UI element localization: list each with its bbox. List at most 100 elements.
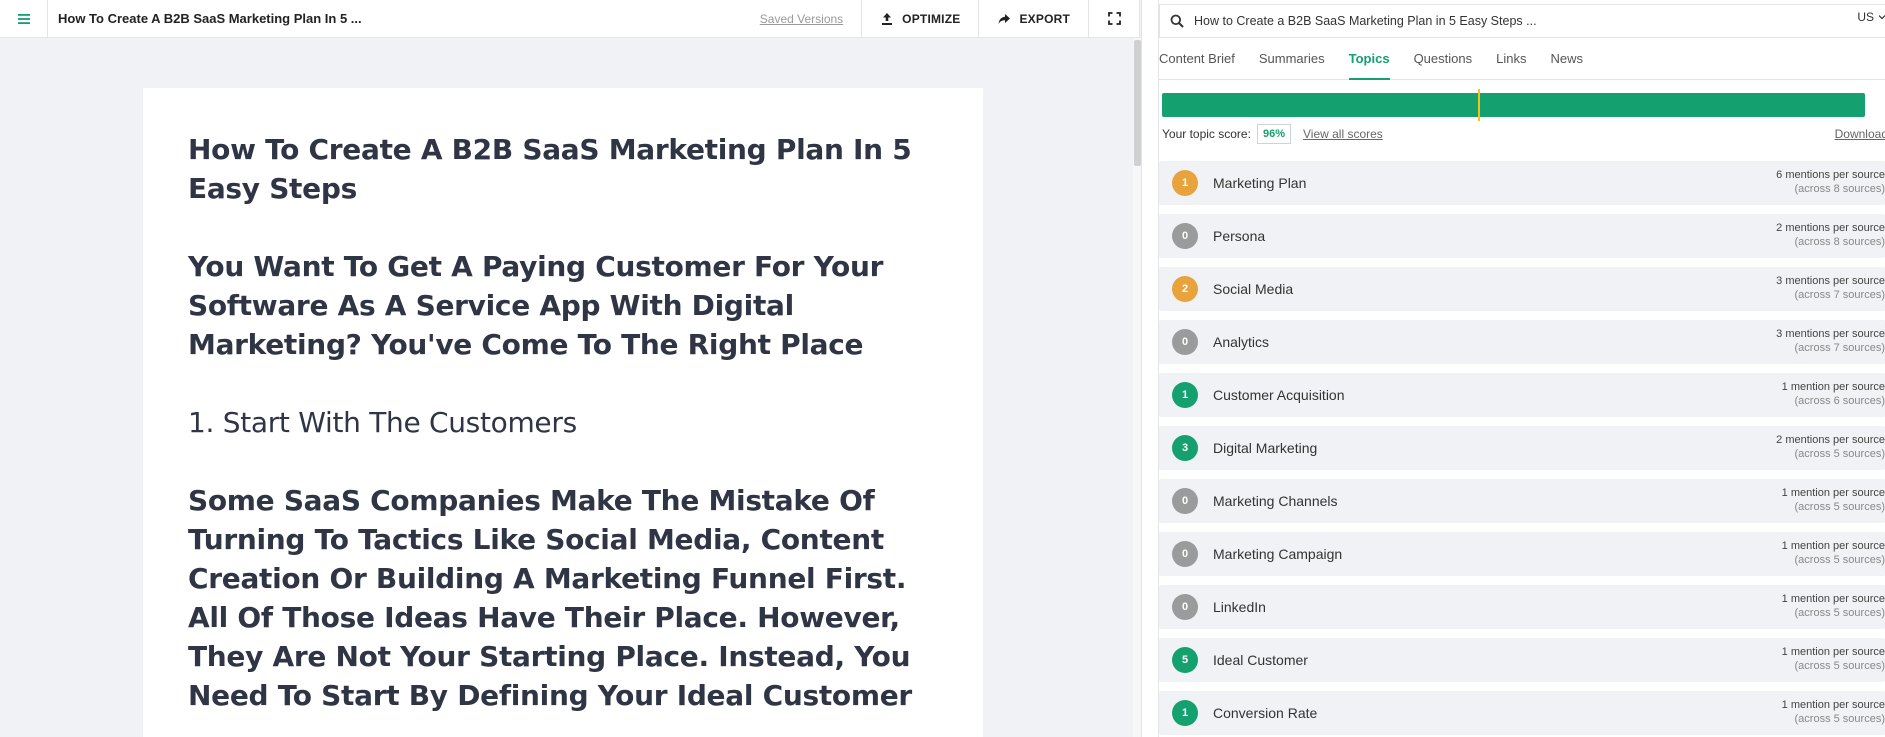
research-sidebar: How to Create a B2B SaaS Marketing Plan … (1159, 0, 1885, 737)
topic-mentions: 2 mentions per source (across 5 sources) (1776, 433, 1885, 461)
search-icon (1170, 14, 1184, 28)
topic-name: Marketing Channels (1213, 493, 1338, 509)
topic-source-count: (across 8 sources) (1794, 183, 1885, 195)
doc-heading-paragraph[interactable]: Some SaaS Companies Make The Mistake Of … (188, 481, 937, 715)
editor-scrollbar-thumb[interactable] (1134, 40, 1141, 166)
doc-heading-step-1[interactable]: 1. Start With The Customers (188, 403, 937, 442)
search-query: How to Create a B2B SaaS Marketing Plan … (1194, 14, 1537, 28)
document-title[interactable]: How To Create A B2B SaaS Marketing Plan … (48, 0, 708, 37)
topic-count-badge: 0 (1172, 329, 1198, 355)
topic-source-count: (across 5 sources) (1794, 713, 1885, 725)
topic-mentions: 1 mention per source (across 5 sources) (1782, 539, 1885, 567)
menu-button[interactable] (0, 0, 48, 37)
topic-item[interactable]: 0 Marketing Channels 1 mention per source (… (1159, 479, 1885, 523)
topic-item[interactable]: 5 Ideal Customer 1 mention per source (acro… (1159, 638, 1885, 682)
topic-count-badge: 0 (1172, 488, 1198, 514)
country-value: US (1857, 10, 1874, 24)
topic-mentions: 2 mentions per source (across 8 sources) (1776, 221, 1885, 249)
topic-name: Social Media (1213, 281, 1294, 297)
topic-mentions: 1 mention per source (across 6 sources) (1782, 380, 1885, 408)
topic-source-count: (across 5 sources) (1794, 607, 1885, 619)
topic-mentions: 1 mention per source (across 5 sources) (1782, 486, 1885, 514)
topic-mentions-per-source: 1 mention per source (1781, 699, 1885, 711)
topic-mentions: 1 mention per source (across 5 sources) (1782, 645, 1885, 673)
topic-mentions-per-source: 1 mention per source (1781, 381, 1885, 393)
topic-count-badge: 3 (1172, 435, 1198, 461)
topic-source-count: (across 7 sources) (1794, 289, 1885, 301)
chevron-down-icon (1879, 15, 1885, 20)
topic-mentions-per-source: 3 mentions per source (1776, 275, 1885, 287)
country-select[interactable]: US (1857, 10, 1885, 24)
topic-name: Customer Acquisition (1213, 387, 1345, 403)
editor-toolbar: How To Create A B2B SaaS Marketing Plan … (0, 0, 1140, 38)
topic-count-badge: 0 (1172, 223, 1198, 249)
optimize-button[interactable]: OPTIMIZE (861, 0, 978, 37)
topic-count-badge: 1 (1172, 170, 1198, 196)
topic-count-badge: 1 (1172, 382, 1198, 408)
topic-mentions: 6 mentions per source (across 8 sources) (1776, 168, 1885, 196)
keyword-search[interactable]: How to Create a B2B SaaS Marketing Plan … (1159, 4, 1885, 38)
topic-count-badge: 5 (1172, 647, 1198, 673)
topic-count-badge: 2 (1172, 276, 1198, 302)
doc-heading-intro[interactable]: You Want To Get A Paying Customer For Yo… (188, 247, 937, 364)
tab-topics[interactable]: Topics (1348, 40, 1402, 80)
topic-name: Marketing Plan (1213, 175, 1307, 191)
topic-name: Analytics (1213, 334, 1270, 350)
topic-score-label: Your topic score: (1162, 127, 1251, 141)
topic-count-badge: 0 (1172, 594, 1198, 620)
upload-icon (882, 12, 893, 25)
pane-divider[interactable] (1141, 0, 1159, 737)
export-button[interactable]: EXPORT (978, 0, 1088, 37)
topic-item[interactable]: 0 Persona 2 mentions per source (across 8 s… (1159, 214, 1885, 258)
topic-source-count: (across 7 sources) (1794, 342, 1885, 354)
export-label: EXPORT (1019, 11, 1070, 26)
topic-mentions-per-source: 6 mentions per source (1776, 169, 1885, 181)
topic-list: 1 Marketing Plan 6 mentions per source (acr… (1159, 161, 1885, 737)
topic-mentions-per-source: 2 mentions per source (1776, 434, 1885, 446)
topic-score-marker (1478, 89, 1480, 121)
tab-links[interactable]: Links (1496, 40, 1538, 79)
topic-name: Persona (1213, 228, 1266, 244)
topic-name: Ideal Customer (1213, 652, 1308, 668)
topic-name: Marketing Campaign (1213, 546, 1343, 562)
share-arrow-icon (998, 13, 1011, 24)
view-all-scores-link[interactable]: View all scores (1303, 127, 1383, 141)
tab-questions[interactable]: Questions (1414, 40, 1485, 79)
topic-score-bar (1162, 89, 1865, 121)
topic-source-count: (across 5 sources) (1794, 501, 1885, 513)
topic-mentions-per-source: 2 mentions per source (1776, 222, 1885, 234)
topic-mentions: 1 mention per source (across 5 sources) (1782, 592, 1885, 620)
topic-count-badge: 1 (1172, 700, 1198, 726)
topic-mentions: 1 mention per source (across 5 sources) (1782, 698, 1885, 726)
tab-summaries[interactable]: Summaries (1259, 40, 1337, 79)
optimize-label: OPTIMIZE (902, 11, 961, 26)
fullscreen-button[interactable] (1088, 0, 1140, 37)
topic-item[interactable]: 0 LinkedIn 1 mention per source (across 5 s… (1159, 585, 1885, 629)
topic-item[interactable]: 3 Digital Marketing 2 mentions per source (… (1159, 426, 1885, 470)
hamburger-icon (17, 13, 30, 24)
topic-source-count: (across 5 sources) (1794, 660, 1885, 672)
saved-versions-link[interactable]: Saved Versions (742, 0, 861, 37)
topic-count-badge: 0 (1172, 541, 1198, 567)
download-link[interactable]: Download (1835, 127, 1885, 141)
document-page[interactable]: How To Create A B2B SaaS Marketing Plan … (143, 88, 983, 737)
topic-mentions-per-source: 1 mention per source (1781, 540, 1885, 552)
tab-news[interactable]: News (1550, 40, 1595, 79)
topic-mentions-per-source: 1 mention per source (1781, 487, 1885, 499)
editor-pane: How To Create A B2B SaaS Marketing Plan … (0, 0, 1141, 737)
tab-content-brief[interactable]: Content Brief (1159, 40, 1247, 79)
topic-mentions-per-source: 1 mention per source (1781, 593, 1885, 605)
topic-mentions-per-source: 3 mentions per source (1776, 328, 1885, 340)
topic-source-count: (across 5 sources) (1794, 448, 1885, 460)
topic-item[interactable]: 2 Social Media 3 mentions per source (acros… (1159, 267, 1885, 311)
topic-item[interactable]: 1 Conversion Rate 1 mention per source (acr… (1159, 691, 1885, 735)
topic-item[interactable]: 1 Customer Acquisition 1 mention per sourc… (1159, 373, 1885, 417)
topic-score-badge: 96% (1256, 124, 1291, 144)
doc-heading-title[interactable]: How To Create A B2B SaaS Marketing Plan … (188, 130, 937, 208)
topic-name: Digital Marketing (1213, 440, 1318, 456)
fullscreen-icon (1107, 12, 1121, 25)
topic-source-count: (across 8 sources) (1794, 236, 1885, 248)
topic-item[interactable]: 0 Marketing Campaign 1 mention per source (… (1159, 532, 1885, 576)
topic-item[interactable]: 1 Marketing Plan 6 mentions per source (acr… (1159, 161, 1885, 205)
topic-item[interactable]: 0 Analytics 3 mentions per source (across 7… (1159, 320, 1885, 364)
